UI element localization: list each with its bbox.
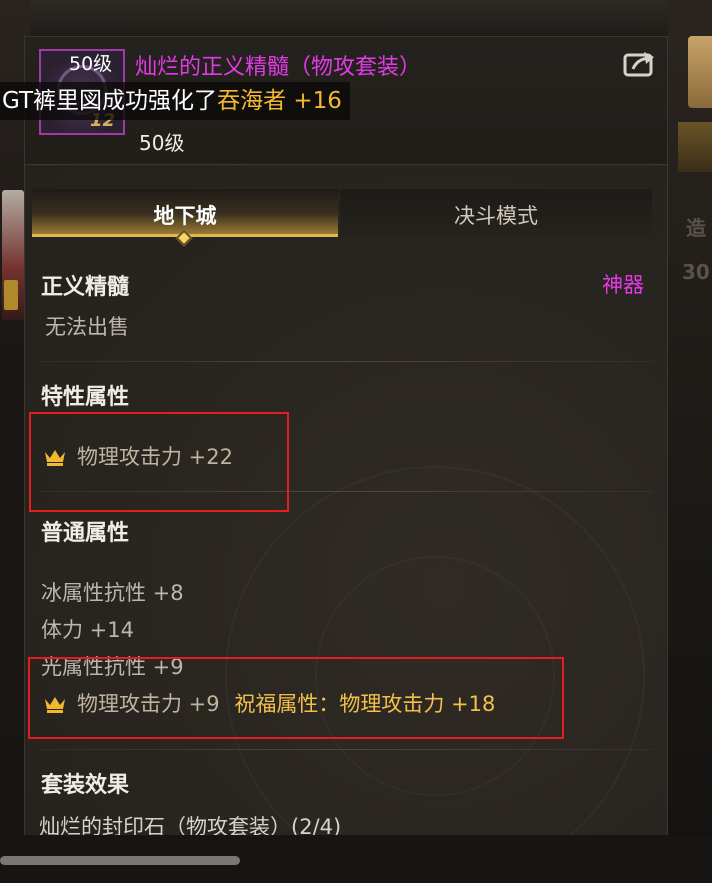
background-top-bar: [0, 0, 712, 40]
section-divider: [39, 749, 653, 750]
normal-attributes-heading: 普通属性: [41, 521, 130, 546]
tab-dungeon-label: 地下城: [153, 204, 217, 228]
annotation-box-blessing-attribute: [28, 657, 564, 739]
set-effect-heading: 套装效果: [41, 773, 130, 798]
trade-status: 无法出售: [45, 315, 129, 339]
annotation-box-special-attribute: [29, 412, 289, 512]
tab-dungeon[interactable]: 地下城: [32, 189, 338, 247]
background-side-tab[interactable]: [688, 36, 712, 108]
share-icon[interactable]: [623, 49, 657, 79]
background-faint-text: 造: [686, 216, 706, 240]
horizontal-scrollbar[interactable]: [0, 856, 240, 865]
background-gold-mark: [4, 280, 18, 310]
attribute-ice-resistance: 冰属性抗性 +8: [41, 581, 184, 605]
mode-tabs: 地下城 决斗模式: [32, 189, 662, 247]
set-effect-item: 灿烂的封印石（物攻套装）(2/4): [39, 815, 342, 836]
rarity-label: 神器: [602, 273, 644, 297]
attribute-stamina: 体力 +14: [41, 618, 134, 642]
item-level: 50级: [139, 131, 185, 155]
section-divider: [39, 361, 653, 362]
background-right-panel: 造 30: [668, 0, 712, 883]
system-broadcast-message: GT裤里図成功强化了吞海者 +16: [0, 82, 350, 120]
item-type-name: 正义精髓: [41, 275, 130, 300]
tab-pvp-label: 决斗模式: [454, 204, 538, 228]
background-gold-bar: [678, 122, 712, 172]
special-attributes-heading: 特性属性: [41, 385, 130, 410]
item-icon-level: 50级: [69, 53, 113, 75]
broadcast-text: GT裤里図成功强化了: [2, 88, 218, 114]
background-faint-number: 30: [682, 260, 710, 284]
item-title: 灿烂的正义精髓（物攻套装）: [135, 55, 422, 80]
tab-pvp[interactable]: 决斗模式: [340, 189, 652, 237]
broadcast-highlight: 吞海者 +16: [217, 88, 342, 114]
